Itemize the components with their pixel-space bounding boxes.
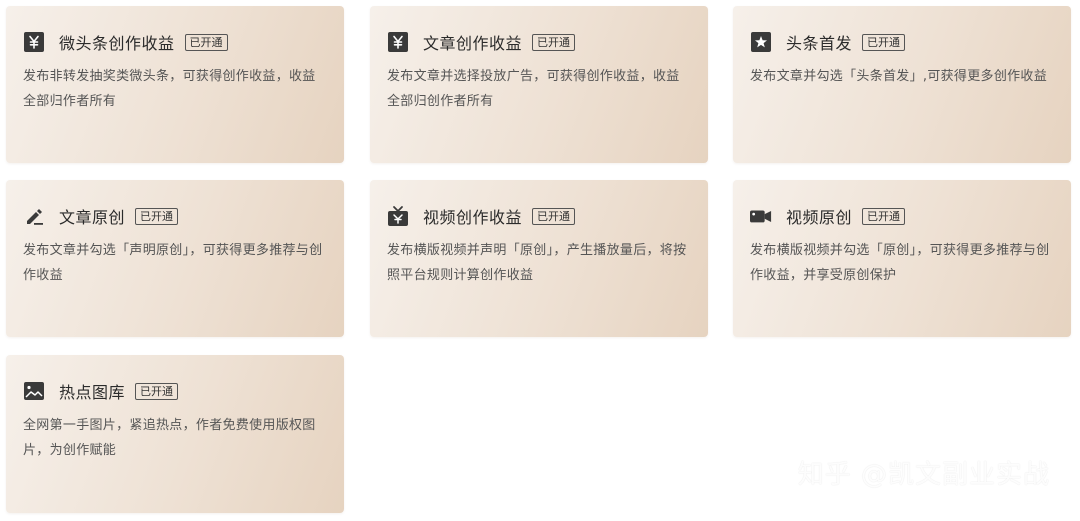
- card-title: 视频原创: [786, 208, 853, 227]
- card-hot-image-library[interactable]: 热点图库 已开通 全网第一手图片，紧追热点，作者免费使用版权图片，为创作赋能: [6, 355, 344, 513]
- yen-icon: [23, 31, 45, 53]
- card-header: 微头条创作收益 已开通: [23, 30, 228, 54]
- card-description: 发布非转发抽奖类微头条，可获得创作收益，收益全部归作者所有: [23, 69, 316, 109]
- card-video-original[interactable]: 视频原创 已开通 发布横版视频并勾选「原创」，可获得更多推荐与创作收益，并享受原…: [733, 180, 1071, 337]
- card-title: 热点图库: [59, 383, 126, 402]
- card-header: 文章原创 已开通: [23, 204, 179, 228]
- yen-icon: [387, 31, 409, 53]
- watermark: 知乎 @凯文副业实战: [797, 460, 1050, 490]
- status-badge: 已开通: [184, 33, 228, 51]
- pen-icon: [23, 205, 45, 227]
- card-header: 文章创作收益 已开通: [387, 30, 576, 54]
- status-badge: 已开通: [862, 33, 906, 51]
- status-badge: 已开通: [532, 207, 576, 225]
- card-headline-first-release[interactable]: 头条首发 已开通 发布文章并勾选「头条首发」,可获得更多创作收益: [733, 6, 1071, 163]
- card-video-revenue[interactable]: 视频创作收益 已开通 发布横版视频并声明「原创」，产生播放量后，将按照平台规则计…: [370, 180, 708, 337]
- card-description: 发布文章并勾选「声明原创」，可获得更多推荐与创作收益: [23, 243, 323, 283]
- card-title: 微头条创作收益: [59, 34, 175, 53]
- card-header: 视频原创 已开通: [750, 204, 906, 228]
- card-header: 热点图库 已开通: [23, 379, 179, 403]
- video-camera-icon: [750, 205, 772, 227]
- card-description: 全网第一手图片，紧追热点，作者免费使用版权图片，为创作赋能: [23, 418, 316, 458]
- card-article-revenue[interactable]: 文章创作收益 已开通 发布文章并选择投放广告，可获得创作收益，收益全部归创作者所…: [370, 6, 708, 163]
- tv-icon: [387, 205, 409, 227]
- star-icon: [750, 31, 772, 53]
- card-description: 发布文章并勾选「头条首发」,可获得更多创作收益: [750, 69, 1048, 84]
- card-description: 发布横版视频并声明「原创」，产生播放量后，将按照平台规则计算创作收益: [387, 243, 687, 283]
- status-badge: 已开通: [135, 207, 179, 225]
- image-icon: [23, 380, 45, 402]
- status-badge: 已开通: [532, 33, 576, 51]
- card-title: 文章创作收益: [423, 34, 523, 53]
- status-badge: 已开通: [862, 207, 906, 225]
- card-title: 文章原创: [59, 208, 126, 227]
- card-article-original[interactable]: 文章原创 已开通 发布文章并勾选「声明原创」，可获得更多推荐与创作收益: [6, 180, 344, 337]
- card-micro-headline-revenue[interactable]: 微头条创作收益 已开通 发布非转发抽奖类微头条，可获得创作收益，收益全部归作者所…: [6, 6, 344, 163]
- card-title: 视频创作收益: [423, 208, 523, 227]
- status-badge: 已开通: [135, 382, 179, 400]
- card-title: 头条首发: [786, 34, 853, 53]
- card-description: 发布横版视频并勾选「原创」，可获得更多推荐与创作收益，并享受原创保护: [750, 243, 1050, 283]
- card-header: 视频创作收益 已开通: [387, 204, 576, 228]
- card-description: 发布文章并选择投放广告，可获得创作收益，收益全部归创作者所有: [387, 69, 680, 109]
- card-header: 头条首发 已开通: [750, 30, 906, 54]
